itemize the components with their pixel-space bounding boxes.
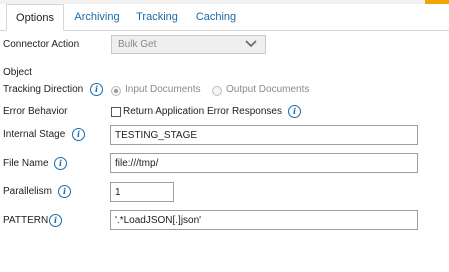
input-documents-label: Input Documents <box>125 84 201 95</box>
tracking-direction-label: Tracking Direction <box>3 84 84 95</box>
tab-options[interactable]: Options <box>6 4 64 31</box>
connector-action-label: Connector Action <box>3 39 80 50</box>
chevron-down-icon <box>245 40 257 48</box>
internal-stage-input[interactable] <box>110 125 418 145</box>
tab-tracking[interactable]: Tracking <box>134 4 180 30</box>
connector-action-select[interactable]: Bulk Get <box>111 35 266 54</box>
info-icon[interactable]: i <box>90 83 103 96</box>
output-documents-radio[interactable] <box>212 86 222 96</box>
pattern-label: PATTERN <box>3 215 49 226</box>
info-icon[interactable]: i <box>54 157 67 170</box>
pattern-input[interactable] <box>110 210 418 230</box>
connector-action-value: Bulk Get <box>118 39 157 50</box>
tab-archiving[interactable]: Archiving <box>72 4 122 30</box>
return-error-responses-checkbox[interactable] <box>111 107 121 117</box>
parallelism-label: Parallelism <box>3 186 52 197</box>
internal-stage-label: Internal Stage <box>3 129 66 140</box>
object-label: Object <box>3 67 32 78</box>
tab-bar: Options Archiving Tracking Caching <box>0 4 449 31</box>
output-documents-label: Output Documents <box>226 84 310 95</box>
file-name-input[interactable] <box>110 153 418 173</box>
tab-caching[interactable]: Caching <box>195 4 237 30</box>
parallelism-input[interactable] <box>110 182 174 202</box>
input-documents-radio[interactable] <box>111 86 121 96</box>
return-error-responses-label: Return Application Error Responses <box>123 106 282 117</box>
info-icon[interactable]: i <box>58 185 71 198</box>
file-name-label: File Name <box>3 158 49 169</box>
info-icon[interactable]: i <box>49 214 62 227</box>
error-behavior-label: Error Behavior <box>3 106 68 117</box>
info-icon[interactable]: i <box>288 105 301 118</box>
info-icon[interactable]: i <box>72 128 85 141</box>
